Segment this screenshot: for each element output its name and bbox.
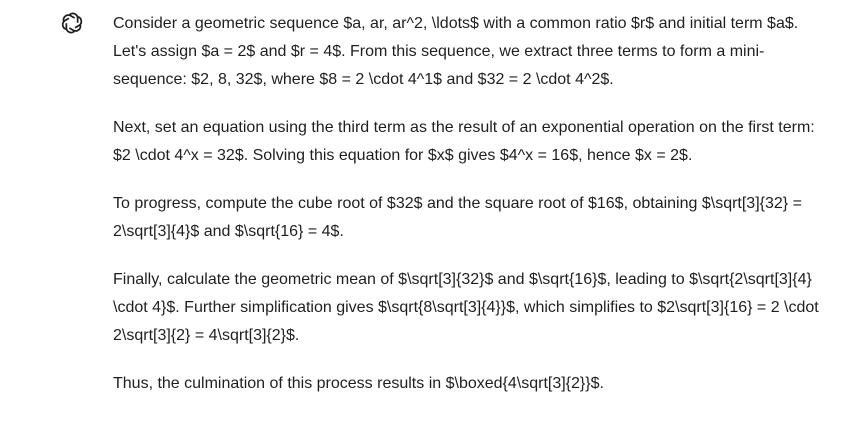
message-paragraph: Consider a geometric sequence $a, ar, ar… xyxy=(113,15,799,88)
message-content: Consider a geometric sequence $a, ar, ar… xyxy=(113,10,823,418)
message-paragraph: To progress, compute the cube root of $3… xyxy=(113,195,802,240)
message-paragraph: Next, set an equation using the third te… xyxy=(113,119,815,164)
message-paragraph: Finally, calculate the geometric mean of… xyxy=(113,271,819,344)
assistant-message: Consider a geometric sequence $a, ar, ar… xyxy=(0,0,866,438)
openai-logo-icon xyxy=(59,10,85,36)
message-paragraph: Thus, the culmination of this process re… xyxy=(113,375,604,392)
